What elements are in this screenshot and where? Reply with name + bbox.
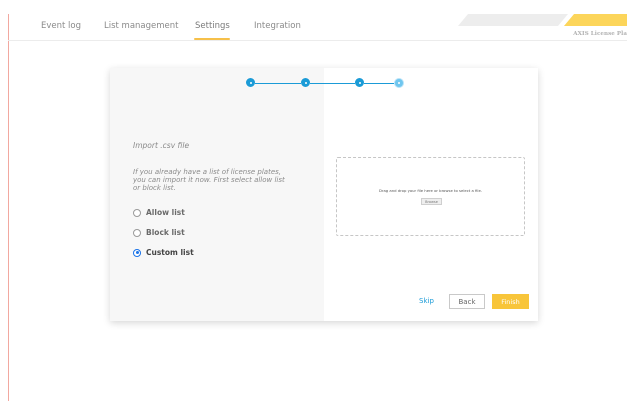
page-left-border [8, 14, 9, 401]
brand-stripe-light [457, 14, 569, 26]
radio-circle-icon[interactable] [133, 208, 141, 217]
browse-button[interactable]: Browse [421, 198, 442, 205]
radio-label-allow-list: Allow list [146, 208, 185, 217]
step-1-dot [246, 78, 255, 87]
file-drop-zone[interactable]: Drag and drop your file here or browse t… [336, 157, 525, 236]
step-connector [364, 83, 394, 85]
tab-integration[interactable]: Integration [254, 21, 301, 31]
radio-label-block-list: Block list [146, 228, 185, 237]
tab-event-log[interactable]: Event log [41, 21, 81, 31]
tab-settings[interactable]: Settings [195, 21, 230, 31]
drop-zone-instructions: Drag and drop your file here or browse t… [378, 188, 483, 193]
import-title: Import .csv file [133, 141, 190, 150]
wizard-left-panel [110, 68, 324, 321]
finish-button[interactable]: Finish [492, 294, 529, 309]
wizard-stepper [246, 77, 404, 90]
step-2-dot [301, 78, 310, 87]
step-connector [255, 83, 301, 85]
step-3-dot [355, 78, 364, 87]
step-connector [310, 83, 355, 85]
back-button[interactable]: Back [449, 294, 485, 309]
radio-label-custom-list: Custom list [146, 248, 194, 257]
active-tab-indicator [194, 38, 230, 40]
step-4-dot-current [394, 77, 404, 88]
product-label: AXIS License Pla [573, 31, 627, 37]
radio-block-list[interactable]: Block list [133, 228, 185, 237]
tab-list-management[interactable]: List management [104, 21, 179, 31]
radio-checked-icon[interactable] [133, 248, 141, 257]
radio-circle-icon[interactable] [133, 228, 141, 237]
skip-link[interactable]: Skip [419, 297, 434, 305]
radio-custom-list[interactable]: Custom list [133, 248, 194, 257]
setup-wizard-card: Import .csv file If you already have a l… [110, 68, 538, 321]
import-description: If you already have a list of license pl… [133, 168, 285, 192]
radio-allow-list[interactable]: Allow list [133, 208, 185, 217]
top-navigation: Event log List management Settings Integ… [8, 14, 627, 41]
brand-stripe-accent [563, 14, 627, 26]
